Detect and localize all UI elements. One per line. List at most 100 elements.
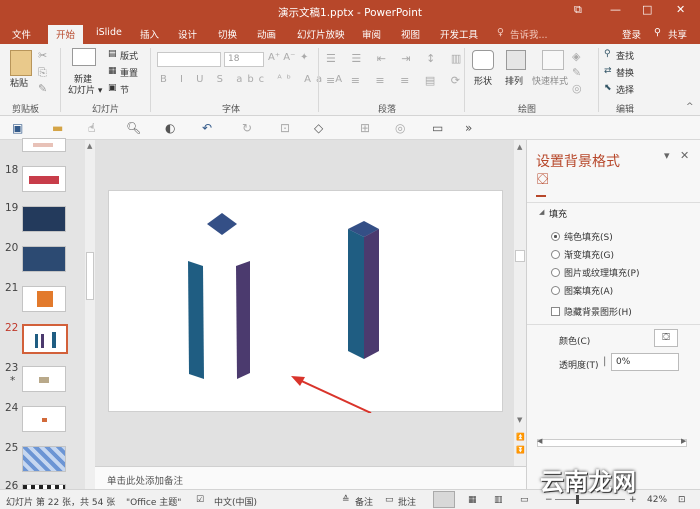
scroll-right-icon[interactable]: ▶ bbox=[681, 437, 686, 445]
replace-button[interactable]: 替换 bbox=[616, 66, 634, 79]
cut-icon[interactable]: ✂ bbox=[38, 49, 47, 62]
layout-button[interactable]: 版式 bbox=[120, 49, 138, 62]
hide-background-checkbox[interactable]: 隐藏背景图形(H) bbox=[551, 305, 632, 318]
redo-icon[interactable]: ↻ bbox=[242, 121, 252, 135]
align-buttons[interactable]: ≡ ≡ ≡ ≡ ▤ ⟳ bbox=[326, 74, 466, 87]
pattern-fill-option[interactable]: 图案填充(A) bbox=[551, 284, 613, 297]
thumbnail-scroll-thumb[interactable] bbox=[86, 252, 94, 300]
sign-in-link[interactable]: 登录 bbox=[622, 27, 641, 41]
thumb-slide-20[interactable] bbox=[22, 246, 66, 272]
transparency-input[interactable]: 0% bbox=[611, 353, 679, 371]
shape-tool-icon[interactable]: ◇ bbox=[314, 121, 323, 135]
lock-icon[interactable]: ⊡ bbox=[280, 121, 290, 135]
shape-effects-icon[interactable]: ◎ bbox=[572, 82, 582, 95]
tab-developer[interactable]: 开发工具 bbox=[440, 27, 478, 41]
thumb-slide-23[interactable] bbox=[22, 366, 66, 392]
font-style-buttons[interactable]: B I U S abc ᴬᵇ Aa A bbox=[160, 74, 347, 85]
thumb-slide-21[interactable] bbox=[22, 286, 66, 312]
language-status[interactable]: 中文(中国) bbox=[214, 495, 257, 508]
open-folder-icon[interactable]: ▬ bbox=[52, 121, 63, 135]
quick-styles-icon[interactable] bbox=[542, 50, 564, 70]
crop-icon[interactable]: ⊞ bbox=[360, 121, 370, 135]
editor-scroll-thumb[interactable] bbox=[515, 250, 525, 262]
thumbnail-scrollbar[interactable]: ▲ bbox=[85, 140, 95, 489]
shape-fill-icon[interactable]: ◈ bbox=[572, 50, 580, 63]
shape-outline-icon[interactable]: ✎ bbox=[572, 66, 581, 79]
circle-tool-icon[interactable]: ◎ bbox=[395, 121, 405, 135]
notes-area[interactable]: 单击此处添加备注 bbox=[95, 466, 526, 489]
collapse-ribbon-icon[interactable]: ^ bbox=[686, 102, 694, 112]
current-slide[interactable] bbox=[108, 190, 503, 414]
slideshow-view-icon[interactable]: ▭ bbox=[520, 495, 529, 505]
tab-review[interactable]: 审阅 bbox=[362, 27, 381, 41]
zoom-level[interactable]: 42% bbox=[647, 495, 667, 505]
prev-slide-icon[interactable]: ⏫ bbox=[516, 433, 525, 441]
find-button[interactable]: 查找 bbox=[616, 49, 634, 62]
zoom-slider[interactable] bbox=[555, 499, 625, 500]
slide-view-icon[interactable]: ▭ bbox=[432, 121, 443, 135]
thumb-slide-24[interactable] bbox=[22, 406, 66, 432]
list-buttons[interactable]: ☰ ☰ ⇤ ⇥ ↕ ▥ bbox=[326, 52, 467, 65]
undo-icon[interactable]: ↶ bbox=[202, 121, 212, 135]
section-button[interactable]: 节 bbox=[120, 83, 129, 96]
pane-close-icon[interactable]: ✕ bbox=[680, 149, 689, 162]
tab-islide[interactable]: iSlide bbox=[96, 27, 122, 38]
touch-mode-icon[interactable]: ☝ bbox=[88, 121, 95, 135]
collapse-icon[interactable]: ◢ bbox=[539, 208, 544, 216]
next-slide-icon[interactable]: ⏬ bbox=[516, 446, 525, 454]
editor-scroll-up-icon[interactable]: ▲ bbox=[517, 143, 522, 151]
normal-view-button[interactable] bbox=[433, 491, 455, 508]
paint-icon[interactable]: ◐ bbox=[165, 121, 175, 135]
diamond-top-shape[interactable] bbox=[207, 213, 237, 235]
thumb-partial[interactable] bbox=[22, 138, 66, 152]
comments-toggle[interactable]: 批注 bbox=[398, 495, 416, 508]
transparency-slider[interactable]: | bbox=[603, 356, 606, 367]
purple-bar-shape[interactable] bbox=[236, 261, 250, 379]
scroll-up-icon[interactable]: ▲ bbox=[87, 142, 92, 150]
reset-button[interactable]: 重置 bbox=[120, 66, 138, 79]
copy-icon[interactable]: ⎘ bbox=[38, 66, 47, 80]
spellcheck-icon[interactable]: ☑ bbox=[196, 495, 204, 505]
tab-slideshow[interactable]: 幻灯片放映 bbox=[297, 27, 345, 41]
tell-me-input[interactable]: 告诉我... bbox=[510, 27, 548, 41]
editor-scroll-down-icon[interactable]: ▼ bbox=[517, 416, 522, 424]
color-picker-button[interactable]: ⛋ bbox=[654, 329, 678, 347]
tab-animations[interactable]: 动画 bbox=[257, 27, 276, 41]
font-name-input[interactable] bbox=[157, 52, 221, 67]
reading-view-icon[interactable]: ▥ bbox=[494, 495, 503, 505]
minimize-button[interactable]: — bbox=[610, 3, 621, 16]
maximize-button[interactable]: □ bbox=[642, 3, 652, 16]
pane-h-scrollbar[interactable] bbox=[537, 439, 687, 447]
pillar-left-face-shape[interactable] bbox=[348, 229, 364, 359]
pane-dropdown-icon[interactable]: ▾ bbox=[664, 149, 670, 162]
fill-bucket-icon[interactable]: ⛋ bbox=[537, 170, 548, 188]
grow-font-icon[interactable]: A⁺ A⁻ bbox=[268, 52, 295, 63]
paste-icon[interactable] bbox=[10, 50, 32, 76]
notes-toggle[interactable]: 备注 bbox=[355, 495, 373, 508]
shapes-icon[interactable] bbox=[472, 50, 494, 70]
fit-slide-icon[interactable]: ⊡ bbox=[678, 495, 686, 505]
close-button[interactable]: ✕ bbox=[676, 3, 685, 16]
tab-home[interactable]: 开始 bbox=[48, 25, 84, 44]
save-icon[interactable]: ▣ bbox=[12, 121, 23, 135]
arrange-icon[interactable] bbox=[506, 50, 526, 70]
pillar-right-face-shape[interactable] bbox=[364, 229, 379, 359]
font-size-input[interactable]: 18 bbox=[224, 52, 264, 67]
select-button[interactable]: 选择 bbox=[616, 83, 634, 96]
format-painter-icon[interactable]: ✎ bbox=[38, 82, 47, 95]
picture-fill-option[interactable]: 图片或纹理填充(P) bbox=[551, 266, 639, 279]
share-button[interactable]: 共享 bbox=[668, 27, 687, 41]
solid-fill-option[interactable]: 纯色填充(S) bbox=[551, 230, 613, 243]
tab-insert[interactable]: 插入 bbox=[140, 27, 159, 41]
blue-bar-shape[interactable] bbox=[188, 261, 204, 379]
thumb-slide-19[interactable] bbox=[22, 206, 66, 232]
sorter-view-icon[interactable]: ▦ bbox=[468, 495, 477, 505]
tab-file[interactable]: 文件 bbox=[12, 27, 31, 41]
tab-view[interactable]: 视图 bbox=[401, 27, 420, 41]
tab-transitions[interactable]: 切换 bbox=[218, 27, 237, 41]
print-preview-icon[interactable]: 🔍︎ bbox=[126, 121, 141, 135]
editor-scrollbar[interactable]: ▲ ▼ ⏫ ⏬ bbox=[514, 140, 526, 466]
new-slide-icon[interactable] bbox=[72, 48, 96, 66]
thumb-slide-18[interactable] bbox=[22, 166, 66, 192]
clear-format-icon[interactable]: ✦ bbox=[300, 52, 308, 63]
